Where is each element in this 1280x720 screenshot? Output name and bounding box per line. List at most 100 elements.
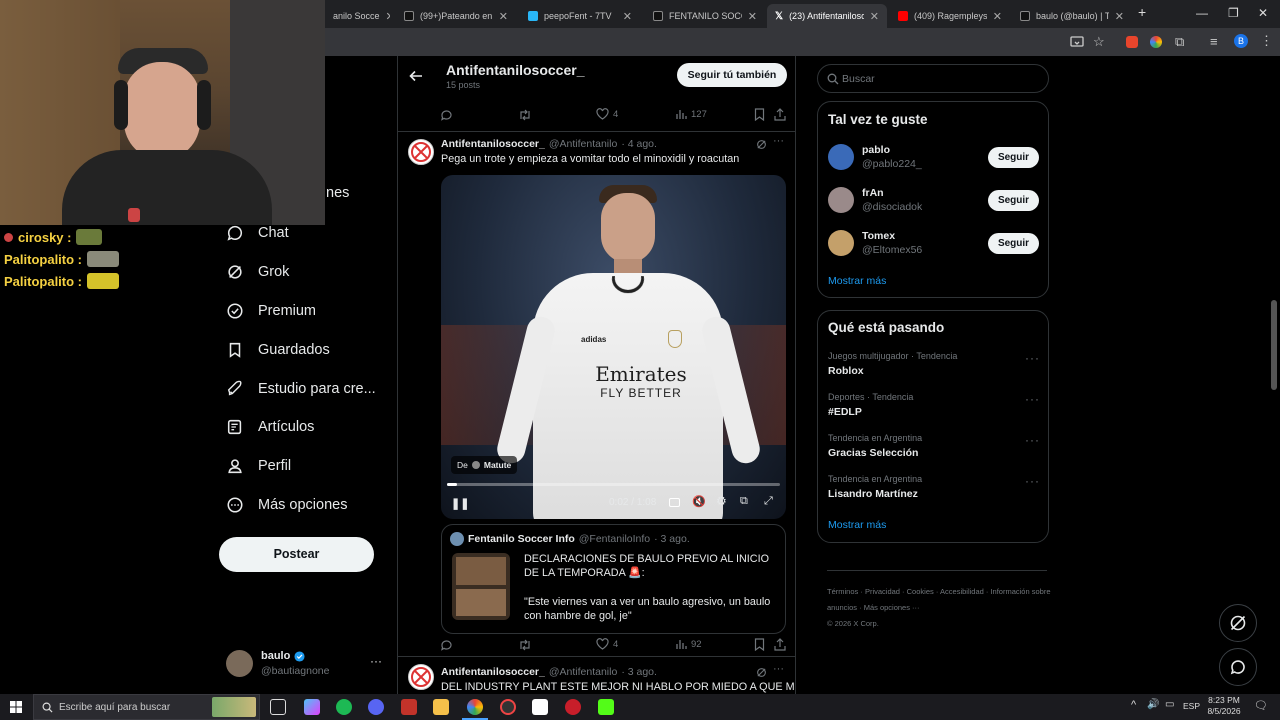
back-arrow-icon[interactable] [409, 69, 423, 83]
opera-icon[interactable] [565, 699, 581, 715]
obs-icon[interactable] [500, 699, 516, 715]
close-tab-icon[interactable]: ✕ [499, 10, 508, 23]
account-switcher[interactable]: baulo @bautiagnone ··· [226, 648, 386, 680]
footer-link[interactable]: Privacidad [865, 587, 900, 596]
trend-item[interactable]: Deportes · Tendencia #EDLP ··· [828, 392, 1040, 418]
browser-menu-icon[interactable]: ⋮ [1260, 33, 1273, 49]
minimize-button[interactable]: — [1196, 6, 1208, 20]
browser-tab[interactable]: FENTANILO SOCCER ✕ [645, 4, 765, 28]
mute-icon[interactable]: 🔇 [692, 495, 706, 508]
chrome-icon[interactable] [467, 699, 483, 715]
spotify-icon[interactable] [336, 699, 352, 715]
reply-icon[interactable] [440, 639, 453, 651]
nav-item-lists[interactable]: nes [326, 185, 349, 201]
retweet-icon[interactable] [518, 639, 532, 651]
footer-link[interactable]: Accesibilidad [940, 587, 984, 596]
author-name[interactable]: Antifentanilosoccer_ [441, 666, 545, 678]
trend-item[interactable]: Tendencia en Argentina Lisandro Martínez… [828, 474, 1040, 500]
nav-item-premium[interactable]: Premium [226, 302, 316, 320]
share-icon[interactable] [774, 108, 786, 121]
kick-icon[interactable] [598, 699, 614, 715]
volume-icon[interactable]: 🔊 [1147, 699, 1159, 710]
close-tab-icon[interactable]: ✕ [748, 10, 757, 23]
clock[interactable]: 8:23 PM 8/5/2026 [1203, 695, 1245, 717]
nav-item-profile[interactable]: Perfil [226, 457, 291, 475]
follow-button[interactable]: Seguir [988, 147, 1039, 168]
follow-button[interactable]: Seguir [988, 190, 1039, 211]
bookmark-star-icon[interactable]: ☆ [1093, 34, 1105, 50]
app-icon[interactable] [532, 699, 548, 715]
quoted-tweet[interactable]: Fentanilo Soccer Info @FentaniloInfo · 3… [441, 524, 786, 634]
nav-item-grok[interactable]: Grok [226, 263, 289, 281]
author-handle[interactable]: @Antifentanilo [549, 666, 617, 678]
reply-icon[interactable] [440, 109, 453, 121]
profile-avatar[interactable]: B [1234, 34, 1248, 48]
browser-tab[interactable]: peepoFent - 7TV ✕ [520, 4, 640, 28]
page-scrollbar[interactable] [1271, 300, 1277, 390]
suggested-user[interactable]: frAn @disociadok Seguir [828, 187, 1040, 213]
footer-link[interactable]: Información sobre anuncios [827, 587, 1051, 612]
pause-icon[interactable]: ❚❚ [451, 497, 469, 510]
close-tab-icon[interactable]: ✕ [870, 10, 879, 23]
tweet-time[interactable]: · 3 ago. [621, 666, 657, 678]
like-action[interactable]: 4 [596, 108, 618, 120]
language-indicator[interactable]: ESP [1183, 701, 1200, 711]
bookmark-icon[interactable] [754, 108, 765, 121]
more-icon[interactable]: ··· [1025, 474, 1040, 488]
more-icon[interactable]: ··· [773, 663, 784, 675]
footer-link[interactable]: Más opciones ··· [864, 603, 920, 612]
search-box[interactable]: Buscar [817, 64, 1049, 93]
taskbar-search[interactable]: Escribe aquí para buscar [33, 694, 260, 720]
grok-floating-button[interactable] [1219, 604, 1257, 642]
follow-back-button[interactable]: Seguir tú también [677, 63, 787, 87]
browser-tab[interactable]: anilo Socce ✕ [325, 4, 390, 28]
suggested-user[interactable]: pablo @pablo224_ Seguir [828, 144, 1040, 170]
footer-link[interactable]: Términos [827, 587, 858, 596]
grok-icon[interactable] [756, 667, 767, 678]
task-view-icon[interactable] [270, 699, 286, 715]
tweet[interactable]: Antifentanilosoccer_ @Antifentanilo · 3 … [398, 657, 795, 694]
video-player[interactable]: adidas Emirates FLY BETTER De Matute ❚❚ … [441, 175, 786, 519]
author-handle[interactable]: @Antifentanilo [549, 138, 617, 150]
copilot-icon[interactable] [304, 699, 320, 715]
more-icon[interactable]: ··· [1025, 392, 1040, 406]
post-button[interactable]: Postear [219, 537, 374, 572]
like-action[interactable]: 4 [596, 638, 618, 650]
new-tab-button[interactable]: + [1138, 4, 1146, 20]
tweet[interactable]: Antifentanilosoccer_ @Antifentanilo · 4 … [398, 132, 795, 654]
author-name[interactable]: Antifentanilosoccer_ [441, 138, 545, 150]
quoted-tweet-thumbnail[interactable] [452, 553, 510, 620]
discord-icon[interactable] [368, 699, 384, 715]
browser-tab-active[interactable]: 𝕏 (23) Antifentanilosoccer ✕ [767, 4, 887, 28]
search-input[interactable]: Buscar [842, 73, 875, 85]
maximize-button[interactable]: ❐ [1228, 6, 1239, 20]
trend-item[interactable]: Juegos multijugador · Tendencia Roblox ·… [828, 351, 1040, 377]
suggested-user[interactable]: Tomex @Eltomex56 Seguir [828, 230, 1040, 256]
more-icon[interactable]: ··· [1025, 433, 1040, 447]
more-icon[interactable]: ··· [773, 135, 784, 147]
nav-item-chat[interactable]: Chat [226, 224, 289, 242]
more-icon[interactable]: ··· [1025, 351, 1040, 365]
browser-tab[interactable]: (409) Ragempleys & ✕ [890, 4, 1010, 28]
fullscreen-icon[interactable]: ⤢ [764, 495, 773, 508]
show-more-link[interactable]: Mostrar más [828, 275, 886, 287]
video-source-tag[interactable]: De Matute [451, 456, 518, 474]
captions-icon[interactable] [669, 498, 680, 507]
close-window-button[interactable]: ✕ [1258, 6, 1268, 20]
extension-icon[interactable] [1150, 36, 1162, 48]
close-tab-icon[interactable]: ✕ [623, 10, 632, 23]
reading-list-icon[interactable]: ≡ [1210, 34, 1218, 49]
app-icon[interactable] [401, 699, 417, 715]
taskbar-search-input[interactable]: Escribe aquí para buscar [59, 702, 170, 713]
nav-item-articles[interactable]: Artículos [226, 418, 314, 436]
trend-item[interactable]: Tendencia en Argentina Gracias Selección… [828, 433, 1040, 459]
footer-link[interactable]: Cookies [907, 587, 934, 596]
file-explorer-icon[interactable] [433, 699, 449, 715]
close-tab-icon[interactable]: ✕ [993, 10, 1002, 23]
grok-icon[interactable] [756, 139, 767, 150]
tray-overflow-icon[interactable]: ^ [1131, 699, 1136, 711]
follow-button[interactable]: Seguir [988, 233, 1039, 254]
nav-item-more-options[interactable]: Más opciones [226, 496, 347, 514]
video-progress-track[interactable] [447, 483, 780, 486]
notifications-icon[interactable]: 🗨 [1254, 699, 1268, 712]
